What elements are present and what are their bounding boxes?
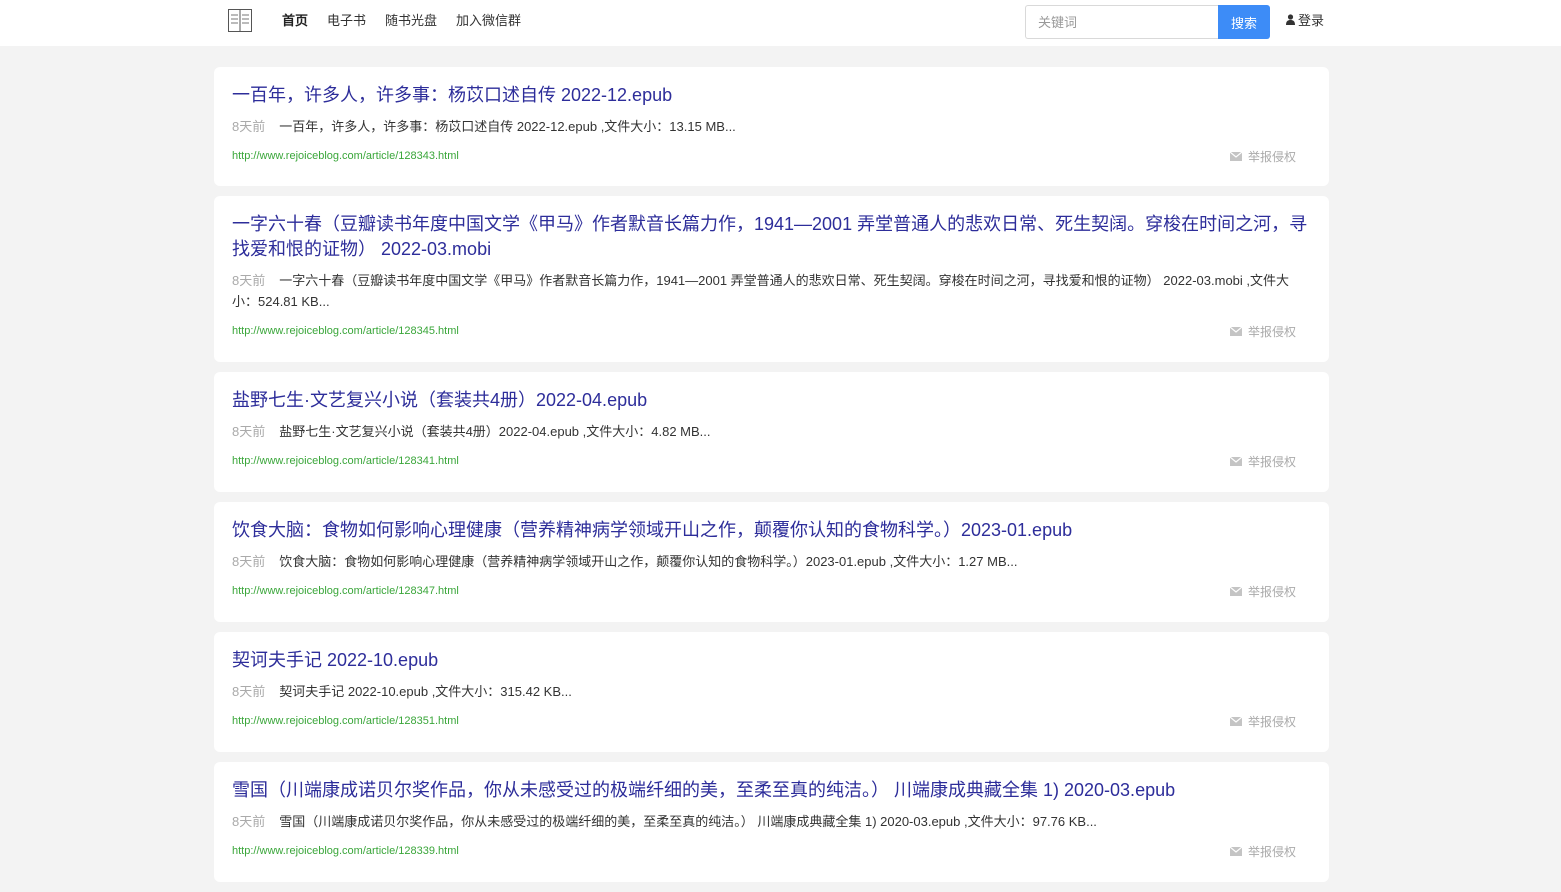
result-snippet: 一字六十春（豆瓣读书年度中国文学《甲马》作者默音长篇力作，1941—2001 弄… [232,273,1290,309]
nav-item-join-wechat[interactable]: 加入微信群 [456,13,521,29]
result-time: 8天前 [232,119,266,134]
nav-item-home[interactable]: 首页 [282,13,308,29]
result-footer: http://www.rejoiceblog.com/article/12834… [232,137,1311,175]
result-title[interactable]: 契诃夫手记 2022-10.epub [232,648,1311,673]
login-label: 登录 [1298,13,1325,28]
main-nav: 首页 电子书 随书光盘 加入微信群 [282,13,540,29]
report-link[interactable]: 举报侵权 [1229,453,1296,470]
result-description: 8天前 一字六十春（豆瓣读书年度中国文学《甲马》作者默音长篇力作，1941—200… [232,270,1311,312]
result-snippet: 契诃夫手记 2022-10.epub ,文件大小：315.42 KB... [279,684,572,699]
envelope-icon [1229,846,1242,856]
report-label: 举报侵权 [1247,584,1296,599]
report-link[interactable]: 举报侵权 [1229,843,1296,860]
report-label: 举报侵权 [1247,324,1296,339]
envelope-icon [1229,586,1242,596]
result-url[interactable]: http://www.rejoiceblog.com/article/12835… [232,715,459,727]
result-time: 8天前 [232,424,266,439]
result-url[interactable]: http://www.rejoiceblog.com/article/12833… [232,845,459,857]
report-link[interactable]: 举报侵权 [1229,713,1296,730]
result-snippet: 饮食大脑：食物如何影响心理健康（营养精神病学领域开山之作，颠覆你认知的食物科学。… [279,554,1018,569]
envelope-icon [1229,456,1242,466]
result-url[interactable]: http://www.rejoiceblog.com/article/12834… [232,455,459,467]
report-label: 举报侵权 [1247,149,1296,164]
search-input[interactable] [1025,5,1218,39]
envelope-icon [1229,151,1242,161]
result-card: 一字六十春（豆瓣读书年度中国文学《甲马》作者默音长篇力作，1941—2001 弄… [214,196,1329,362]
result-title[interactable]: 一字六十春（豆瓣读书年度中国文学《甲马》作者默音长篇力作，1941—2001 弄… [232,212,1311,262]
book-logo-icon[interactable] [228,9,252,32]
result-card: 盐野七生·文艺复兴小说（套装共4册）2022-04.epub 8天前 盐野七生·文… [214,372,1329,492]
result-snippet: 一百年，许多人，许多事：杨苡口述自传 2022-12.epub ,文件大小：13… [279,119,736,134]
result-time: 8天前 [232,273,266,288]
result-title[interactable]: 饮食大脑：食物如何影响心理健康（营养精神病学领域开山之作，颠覆你认知的食物科学。… [232,518,1311,543]
envelope-icon [1229,716,1242,726]
result-url[interactable]: http://www.rejoiceblog.com/article/12834… [232,325,459,337]
result-description: 8天前 契诃夫手记 2022-10.epub ,文件大小：315.42 KB... [232,681,1311,702]
result-list: 一百年，许多人，许多事：杨苡口述自传 2022-12.epub 8天前 一百年，许… [214,67,1329,892]
result-snippet: 盐野七生·文艺复兴小说（套装共4册）2022-04.epub ,文件大小：4.8… [279,424,711,439]
result-footer: http://www.rejoiceblog.com/article/12834… [232,442,1311,480]
result-url[interactable]: http://www.rejoiceblog.com/article/12834… [232,150,459,162]
user-icon [1286,14,1295,25]
result-time: 8天前 [232,684,266,699]
login-link[interactable]: 登录 [1286,10,1324,29]
result-time: 8天前 [232,554,266,569]
report-link[interactable]: 举报侵权 [1229,323,1296,340]
result-footer: http://www.rejoiceblog.com/article/12834… [232,312,1311,350]
report-label: 举报侵权 [1247,714,1296,729]
result-footer: http://www.rejoiceblog.com/article/12835… [232,702,1311,740]
result-url[interactable]: http://www.rejoiceblog.com/article/12834… [232,585,459,597]
result-footer: http://www.rejoiceblog.com/article/12833… [232,832,1311,870]
result-description: 8天前 饮食大脑：食物如何影响心理健康（营养精神病学领域开山之作，颠覆你认知的食物… [232,551,1311,572]
result-description: 8天前 一百年，许多人，许多事：杨苡口述自传 2022-12.epub ,文件大小… [232,116,1311,137]
top-navbar: 首页 电子书 随书光盘 加入微信群 搜索 登录 [0,0,1561,46]
result-description: 8天前 雪国（川端康成诺贝尔奖作品，你从未感受过的极端纤细的美，至柔至真的纯洁。）… [232,811,1311,832]
result-snippet: 雪国（川端康成诺贝尔奖作品，你从未感受过的极端纤细的美，至柔至真的纯洁。） 川端… [279,814,1097,829]
report-link[interactable]: 举报侵权 [1229,583,1296,600]
result-description: 8天前 盐野七生·文艺复兴小说（套装共4册）2022-04.epub ,文件大小：… [232,421,1311,442]
result-title[interactable]: 一百年，许多人，许多事：杨苡口述自传 2022-12.epub [232,83,1311,108]
result-title[interactable]: 盐野七生·文艺复兴小说（套装共4册）2022-04.epub [232,388,1311,413]
result-card: 饮食大脑：食物如何影响心理健康（营养精神病学领域开山之作，颠覆你认知的食物科学。… [214,502,1329,622]
result-time: 8天前 [232,814,266,829]
nav-item-ebooks[interactable]: 电子书 [327,13,366,29]
report-link[interactable]: 举报侵权 [1229,148,1296,165]
report-label: 举报侵权 [1247,844,1296,859]
result-footer: http://www.rejoiceblog.com/article/12834… [232,572,1311,610]
result-card: 雪国（川端康成诺贝尔奖作品，你从未感受过的极端纤细的美，至柔至真的纯洁。） 川端… [214,762,1329,882]
result-card: 契诃夫手记 2022-10.epub 8天前 契诃夫手记 2022-10.epub… [214,632,1329,752]
report-label: 举报侵权 [1247,454,1296,469]
result-title[interactable]: 雪国（川端康成诺贝尔奖作品，你从未感受过的极端纤细的美，至柔至真的纯洁。） 川端… [232,778,1311,803]
nav-item-book-cd[interactable]: 随书光盘 [385,13,437,29]
result-card: 一百年，许多人，许多事：杨苡口述自传 2022-12.epub 8天前 一百年，许… [214,67,1329,186]
search-button[interactable]: 搜索 [1218,5,1270,39]
envelope-icon [1229,326,1242,336]
